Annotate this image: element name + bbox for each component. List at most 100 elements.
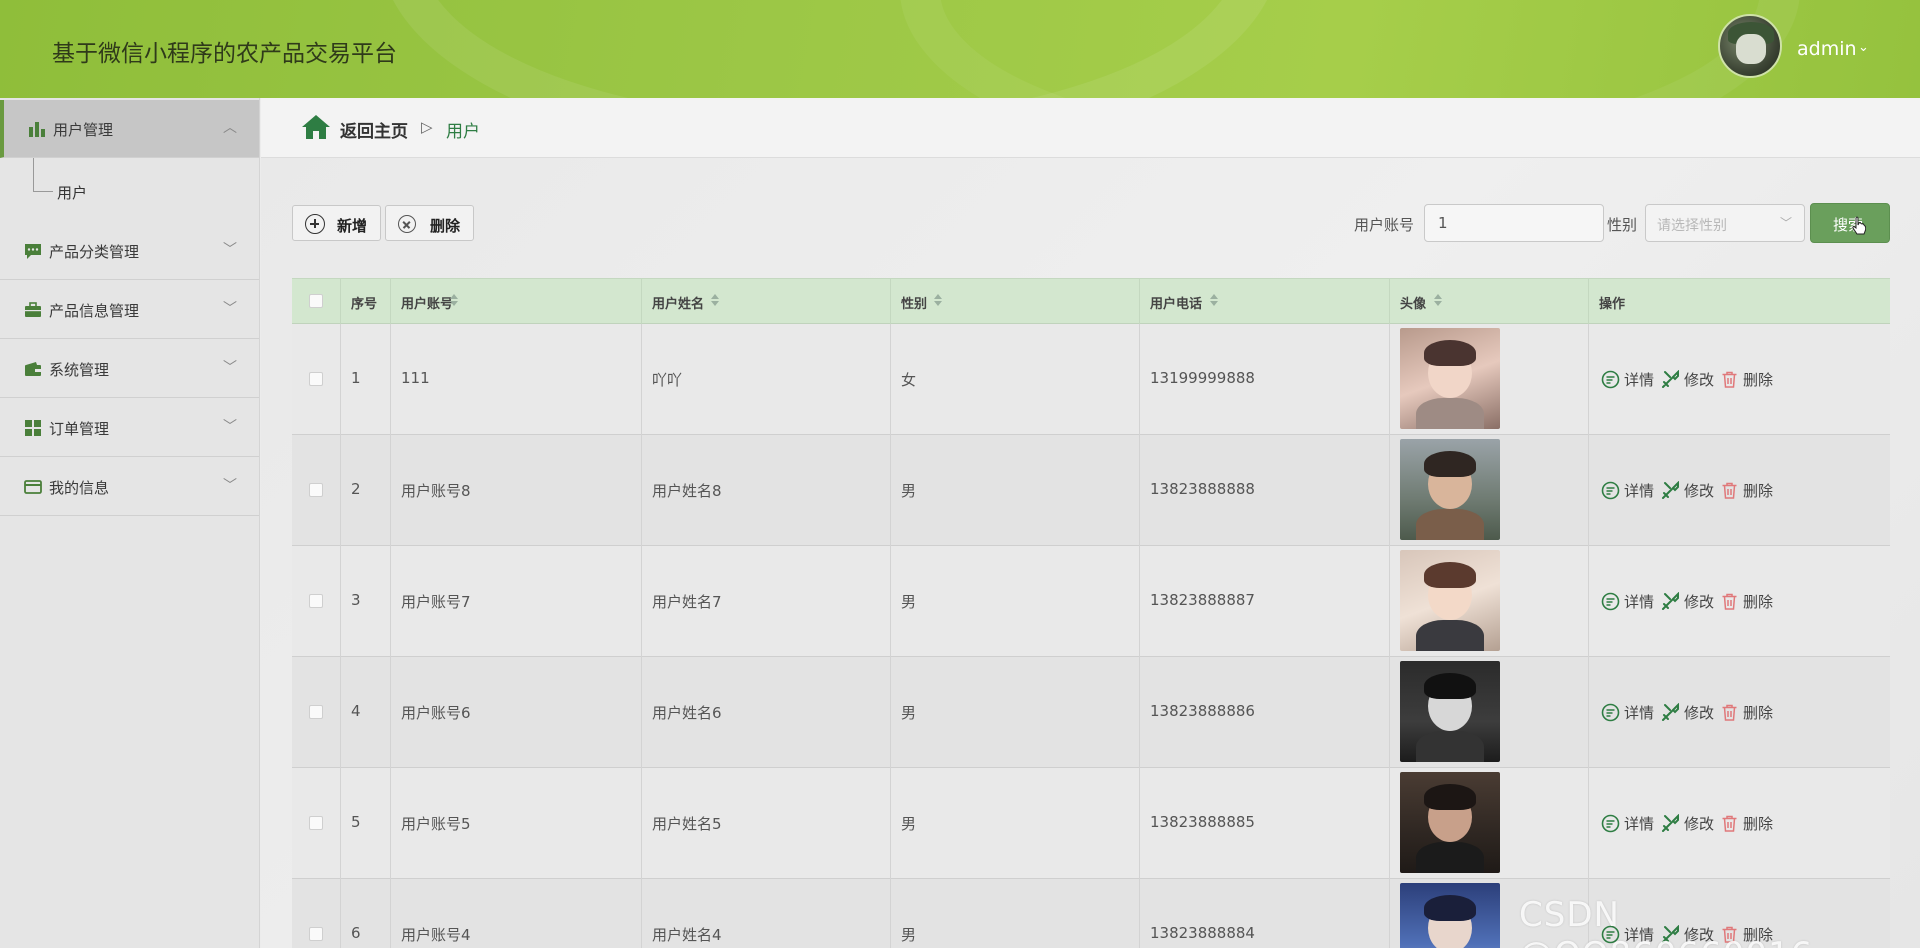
table-row: 5 用户账号5 用户姓名5 男 13823888885 详情 修改 删除 <box>292 768 1890 879</box>
breadcrumb: 返回主页 ▷ 用户 <box>261 98 1920 158</box>
cell-text: 13823888884 <box>1150 924 1255 942</box>
row-select-cell <box>292 546 341 657</box>
cell-text: 用户账号7 <box>401 593 471 611</box>
delete-button-label: 删除 <box>1743 371 1774 389</box>
cell-avatar <box>1390 768 1589 879</box>
trash-icon <box>1722 704 1737 721</box>
sort-icon[interactable] <box>450 293 458 307</box>
gender-filter-label: 性别 <box>1607 216 1638 234</box>
column-header-gender[interactable]: 性别 <box>891 279 1140 325</box>
column-header-label: 序号 <box>351 297 378 312</box>
sidebar-item-label: 系统管理 <box>49 361 110 379</box>
cell-text: 5 <box>351 813 361 831</box>
sidebar-item-product-management[interactable]: 产品信息管理 ﹀ <box>0 281 259 339</box>
avatar-image <box>1400 661 1500 762</box>
cell-text: 用户姓名5 <box>652 815 722 833</box>
cell-text: 男 <box>901 593 917 611</box>
sidebar-item-system-management[interactable]: 系统管理 ﹀ <box>0 340 259 398</box>
sidebar-item-label: 产品信息管理 <box>49 302 140 320</box>
sidebar-item-order-management[interactable]: 订单管理 ﹀ <box>0 399 259 457</box>
select-all-checkbox[interactable] <box>309 294 323 308</box>
breadcrumb-home-link[interactable]: 返回主页 <box>340 117 408 142</box>
chat-icon <box>25 244 41 259</box>
close-circle-icon <box>398 215 416 233</box>
add-button[interactable]: 新增 <box>292 205 381 241</box>
cell-phone: 13823888885 <box>1140 768 1390 879</box>
cell-avatar <box>1390 324 1589 435</box>
row-select-cell <box>292 324 341 435</box>
wrench-icon <box>1662 814 1679 832</box>
top-header: 基于微信小程序的农产品交易平台 admin ⌄ <box>0 0 1920 98</box>
row-checkbox[interactable] <box>309 594 323 608</box>
cell-text: 男 <box>901 704 917 722</box>
avatar-image <box>1400 328 1500 429</box>
row-checkbox[interactable] <box>309 372 323 386</box>
account-search-input[interactable] <box>1424 204 1604 242</box>
sidebar-item-label: 订单管理 <box>49 420 110 438</box>
cell-account: 用户账号7 <box>391 546 642 657</box>
cell-index: 6 <box>341 879 391 948</box>
cell-name: 吖吖 <box>642 324 891 435</box>
bar-chart-icon <box>29 122 45 137</box>
edit-button-label: 修改 <box>1684 482 1715 500</box>
table-row: 1 111 吖吖女 13199999888 详情 修改 删除 <box>292 324 1890 435</box>
sidebar-subitem-users[interactable]: 用户 <box>0 158 259 214</box>
cell-text: 用户姓名4 <box>652 926 722 944</box>
cell-phone: 13823888886 <box>1140 657 1390 768</box>
user-avatar[interactable] <box>1718 14 1782 78</box>
chevron-down-icon: ﹀ <box>223 360 237 376</box>
briefcase-icon <box>25 302 41 317</box>
avatar-image <box>1400 550 1500 651</box>
cell-name: 用户姓名4 <box>642 879 891 948</box>
sidebar-item-user-management[interactable]: 用户管理 ︿ <box>0 100 259 158</box>
cell-text: 13823888885 <box>1150 813 1255 831</box>
column-header-phone[interactable]: 用户电话 <box>1140 279 1390 325</box>
account-filter-label: 用户账号 <box>1354 216 1415 234</box>
cell-actions: 详情 修改 删除 <box>1589 546 1890 657</box>
hand-cursor-icon <box>1852 216 1866 235</box>
home-icon[interactable] <box>301 114 331 140</box>
grid-icon <box>25 420 41 436</box>
sort-icon[interactable] <box>711 293 719 307</box>
sort-icon[interactable] <box>1210 293 1218 307</box>
detail-button-label: 详情 <box>1624 593 1655 611</box>
header-select-all <box>292 279 341 325</box>
sidebar-item-category-management[interactable]: 产品分类管理 ﹀ <box>0 222 259 280</box>
username[interactable]: admin <box>1797 38 1857 60</box>
row-checkbox[interactable] <box>309 816 323 830</box>
chevron-down-icon: ﹀ <box>223 478 237 494</box>
cell-text: 2 <box>351 480 361 498</box>
detail-button-label: 详情 <box>1624 704 1655 722</box>
cell-name: 用户姓名5 <box>642 768 891 879</box>
cell-actions: 详情 修改 删除 <box>1589 768 1890 879</box>
breadcrumb-separator: ▷ <box>421 118 433 136</box>
sidebar-item-label: 我的信息 <box>49 479 110 497</box>
chevron-down-icon[interactable]: ⌄ <box>1858 40 1869 55</box>
sort-icon[interactable] <box>934 293 942 307</box>
detail-icon <box>1601 703 1620 722</box>
row-checkbox[interactable] <box>309 927 323 941</box>
cell-text: 6 <box>351 924 361 942</box>
sidebar-item-label: 产品分类管理 <box>49 243 140 261</box>
detail-icon <box>1601 814 1620 833</box>
sort-icon[interactable] <box>1434 293 1442 307</box>
column-header-account[interactable]: 用户账号 <box>391 279 642 325</box>
avatar-image <box>1400 772 1500 873</box>
row-checkbox[interactable] <box>309 705 323 719</box>
column-header-label: 性别 <box>901 297 928 312</box>
wallet-icon <box>25 362 41 376</box>
sidebar-item-my-info[interactable]: 我的信息 ﹀ <box>0 458 259 516</box>
header-decoration <box>900 0 1800 98</box>
table-header: 序号 用户账号 用户姓名 性别 用户电话 头像 操作 <box>292 278 1890 325</box>
batch-delete-button[interactable]: 删除 <box>385 205 474 241</box>
column-header-avatar[interactable]: 头像 <box>1390 279 1589 325</box>
cell-index: 4 <box>341 657 391 768</box>
search-button[interactable]: 搜索 <box>1810 203 1890 243</box>
cell-text: 4 <box>351 702 361 720</box>
cell-text: 13823888886 <box>1150 702 1255 720</box>
column-header-actions: 操作 <box>1589 279 1890 325</box>
cell-text: 用户姓名6 <box>652 704 722 722</box>
column-header-name[interactable]: 用户姓名 <box>642 279 891 325</box>
row-checkbox[interactable] <box>309 483 323 497</box>
gender-select[interactable]: 请选择性别 ﹀ <box>1645 204 1805 242</box>
